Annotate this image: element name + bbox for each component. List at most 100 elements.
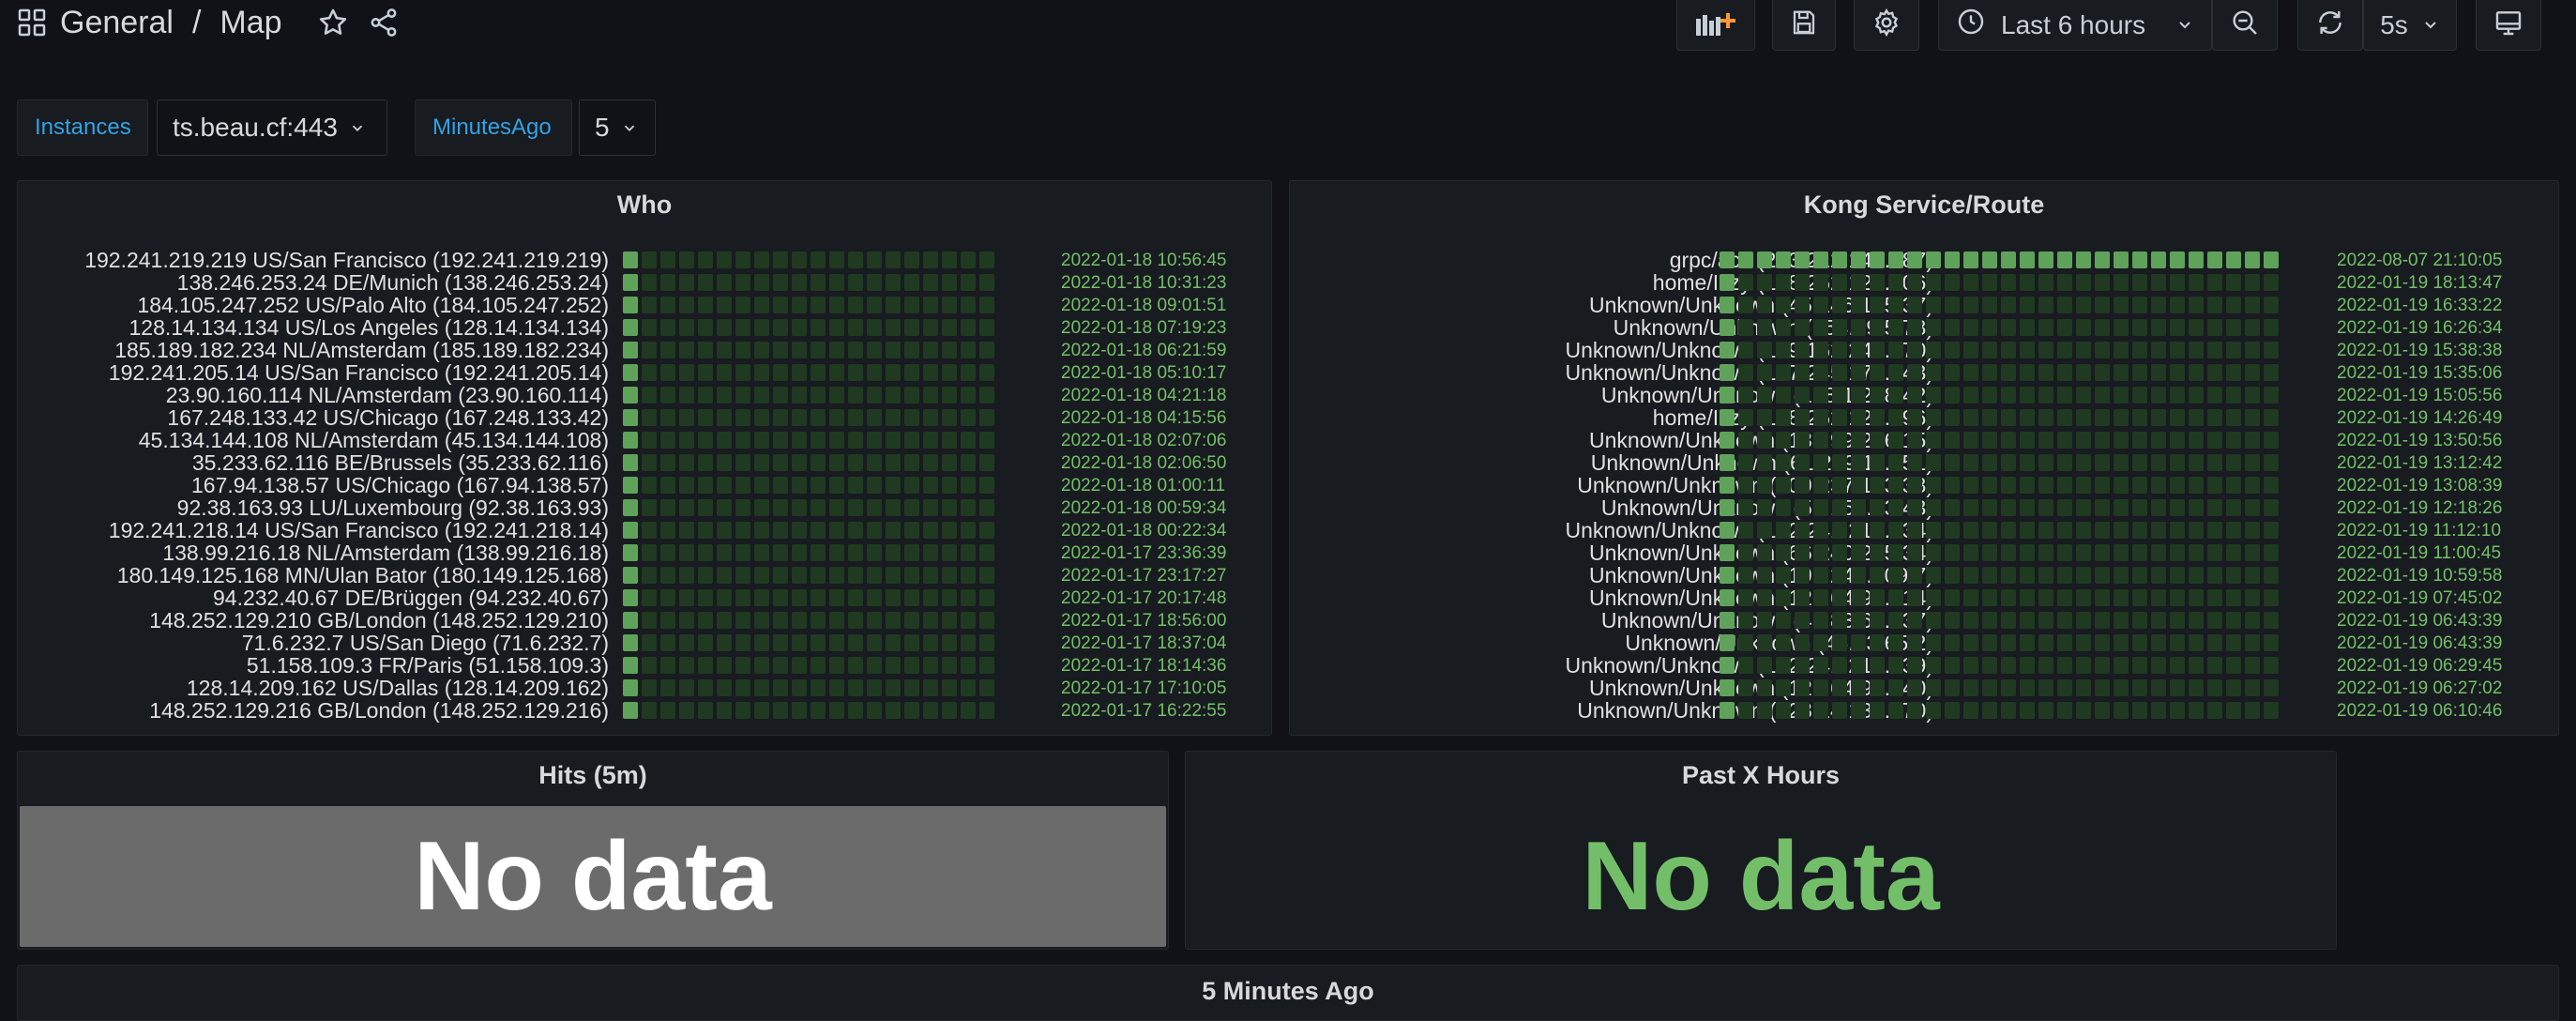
- status-cell[interactable]: [1738, 454, 1753, 471]
- status-cell[interactable]: [2076, 634, 2091, 651]
- status-cell[interactable]: [961, 364, 976, 381]
- status-cell[interactable]: [2264, 387, 2279, 404]
- status-cell[interactable]: [2001, 454, 2016, 471]
- status-cell[interactable]: [2020, 251, 2035, 268]
- status-cell[interactable]: [2245, 364, 2260, 381]
- variable-select-minutesago[interactable]: 5: [579, 99, 656, 156]
- status-cell[interactable]: [2170, 364, 2185, 381]
- status-cell[interactable]: [904, 387, 919, 404]
- status-cell[interactable]: [773, 319, 788, 336]
- status-cell[interactable]: [886, 432, 901, 449]
- status-cell[interactable]: [1738, 499, 1753, 516]
- status-cell[interactable]: [2095, 364, 2110, 381]
- status-cell[interactable]: [679, 634, 694, 651]
- status-cell[interactable]: [2057, 297, 2072, 313]
- status-cell[interactable]: [2020, 499, 2035, 516]
- status-cell[interactable]: [811, 544, 826, 561]
- status-cell[interactable]: [1738, 522, 1753, 539]
- status-cell[interactable]: [1926, 409, 1941, 426]
- status-cell[interactable]: [2095, 589, 2110, 606]
- status-cell[interactable]: [1738, 567, 1753, 584]
- status-cell[interactable]: [2132, 634, 2147, 651]
- status-cell[interactable]: [1907, 657, 1922, 674]
- status-cell[interactable]: [1757, 522, 1772, 539]
- status-cell[interactable]: [848, 432, 863, 449]
- status-cell[interactable]: [2207, 612, 2222, 629]
- panel-title[interactable]: Past X Hours: [1186, 761, 2336, 790]
- status-cell[interactable]: [2057, 544, 2072, 561]
- status-cell[interactable]: [2245, 702, 2260, 719]
- status-cell[interactable]: [1907, 499, 1922, 516]
- status-cell[interactable]: [867, 544, 882, 561]
- status-cell[interactable]: [754, 274, 769, 291]
- status-cell[interactable]: [1888, 387, 1903, 404]
- status-cell[interactable]: [773, 409, 788, 426]
- status-cell[interactable]: [979, 251, 994, 268]
- status-cell[interactable]: [2114, 432, 2129, 449]
- status-cell[interactable]: [979, 657, 994, 674]
- status-cell[interactable]: [735, 342, 750, 358]
- status-cell[interactable]: [1945, 251, 1960, 268]
- status-cell[interactable]: [1813, 679, 1828, 696]
- status-cell[interactable]: [792, 251, 807, 268]
- status-cell[interactable]: [1982, 499, 1997, 516]
- status-cell[interactable]: [698, 567, 713, 584]
- status-cell[interactable]: [2170, 522, 2185, 539]
- status-cell[interactable]: [1982, 342, 1997, 358]
- status-cell[interactable]: [904, 432, 919, 449]
- status-cell[interactable]: [792, 454, 807, 471]
- status-cell[interactable]: [829, 702, 844, 719]
- status-cell[interactable]: [623, 702, 638, 719]
- status-cell[interactable]: [1963, 432, 1978, 449]
- status-cell[interactable]: [2245, 589, 2260, 606]
- status-cell[interactable]: [829, 432, 844, 449]
- status-cell[interactable]: [923, 567, 938, 584]
- status-cell[interactable]: [2020, 589, 2035, 606]
- apps-grid-icon[interactable]: [17, 8, 47, 38]
- status-cell[interactable]: [2207, 274, 2222, 291]
- status-cell[interactable]: [792, 319, 807, 336]
- status-cell[interactable]: [2132, 612, 2147, 629]
- status-cell[interactable]: [1776, 387, 1791, 404]
- status-cell[interactable]: [623, 251, 638, 268]
- status-cell[interactable]: [2132, 567, 2147, 584]
- status-cell[interactable]: [1851, 251, 1866, 268]
- status-cell[interactable]: [1757, 634, 1772, 651]
- status-cell[interactable]: [2207, 499, 2222, 516]
- status-cell[interactable]: [792, 499, 807, 516]
- status-cell[interactable]: [2020, 319, 2035, 336]
- status-cell[interactable]: [1776, 702, 1791, 719]
- status-cell[interactable]: [2170, 342, 2185, 358]
- status-cell[interactable]: [642, 657, 657, 674]
- status-cell[interactable]: [886, 454, 901, 471]
- status-cell[interactable]: [2020, 567, 2035, 584]
- status-cell[interactable]: [904, 477, 919, 494]
- status-cell[interactable]: [1907, 274, 1922, 291]
- status-cell[interactable]: [754, 432, 769, 449]
- status-cell[interactable]: [829, 319, 844, 336]
- status-cell[interactable]: [2264, 544, 2279, 561]
- status-cell[interactable]: [679, 477, 694, 494]
- status-cell[interactable]: [679, 567, 694, 584]
- status-cell[interactable]: [2151, 612, 2166, 629]
- status-cell[interactable]: [2151, 297, 2166, 313]
- status-cell[interactable]: [923, 454, 938, 471]
- status-cell[interactable]: [2038, 364, 2053, 381]
- status-cell[interactable]: [2189, 274, 2204, 291]
- status-cell[interactable]: [1945, 454, 1960, 471]
- status-cell[interactable]: [717, 634, 732, 651]
- status-cell[interactable]: [1870, 409, 1885, 426]
- tv-mode-button[interactable]: [2476, 0, 2541, 51]
- status-cell[interactable]: [1963, 297, 1978, 313]
- status-cell[interactable]: [679, 342, 694, 358]
- status-cell[interactable]: [1982, 297, 1997, 313]
- status-cell[interactable]: [2114, 409, 2129, 426]
- status-cell[interactable]: [2226, 544, 2241, 561]
- status-cell[interactable]: [1851, 634, 1866, 651]
- status-cell[interactable]: [735, 657, 750, 674]
- status-cell[interactable]: [1851, 567, 1866, 584]
- status-cell[interactable]: [1907, 342, 1922, 358]
- status-cell[interactable]: [1757, 342, 1772, 358]
- status-cell[interactable]: [1926, 567, 1941, 584]
- status-cell[interactable]: [2226, 432, 2241, 449]
